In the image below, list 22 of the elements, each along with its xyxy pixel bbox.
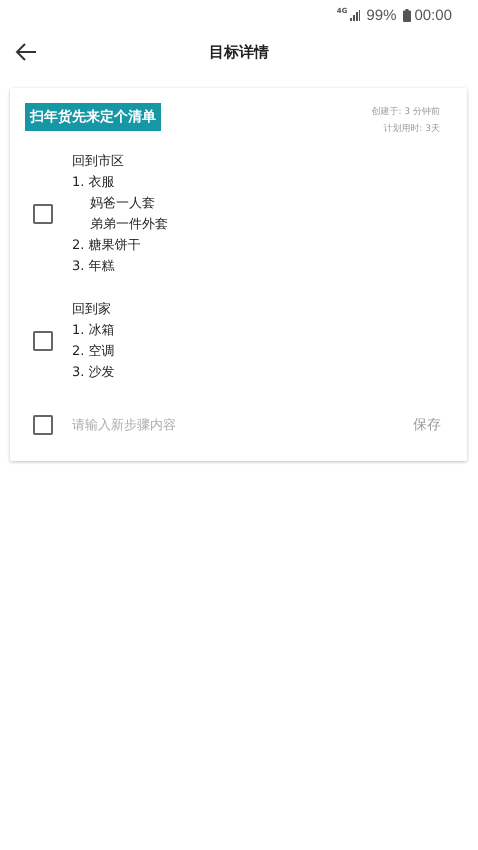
- battery-icon: [403, 8, 412, 22]
- signal-icon: [350, 10, 360, 20]
- step-checkbox[interactable]: [33, 204, 53, 224]
- step-line: 2. 空调: [72, 343, 115, 361]
- step-subline: 妈爸一人套: [89, 195, 156, 213]
- step-line: 1. 冰箱: [72, 322, 115, 340]
- step-checkbox[interactable]: [33, 415, 53, 435]
- save-button[interactable]: 保存: [413, 416, 441, 434]
- step-line: 2. 糖果饼干: [72, 237, 142, 255]
- page-title: 目标详情: [209, 42, 269, 62]
- step-line: 回到家: [72, 301, 112, 319]
- step-line: 回到市区: [72, 153, 125, 171]
- step-checkbox[interactable]: [33, 331, 53, 351]
- planned-duration: 计划用时: 3天: [383, 122, 440, 135]
- step-line: 1. 衣服: [72, 174, 116, 192]
- step-line: 3. 年糕: [72, 258, 116, 276]
- battery-level: 99%: [366, 6, 396, 24]
- step-subline: 弟弟一件外套: [89, 216, 168, 234]
- created-time: 创建于: 3 分钟前: [372, 106, 440, 118]
- clock: 00:00: [414, 6, 452, 24]
- goal-tag: 扫年货先来定个清单: [25, 103, 161, 131]
- step-line: 3. 沙发: [72, 364, 115, 382]
